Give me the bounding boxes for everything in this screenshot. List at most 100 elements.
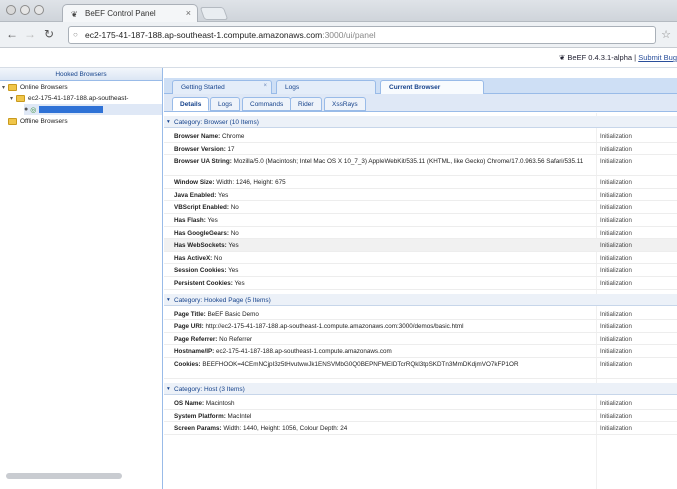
- tab-label: Logs: [285, 84, 300, 91]
- detail-cell: Cookies: BEEFHOOK=4CEmNCjpI3z5tHvutwwJk1…: [174, 361, 594, 370]
- beef-logo-icon: ❦: [559, 53, 566, 62]
- close-tab-icon[interactable]: ×: [186, 8, 191, 18]
- command-module: Initialization: [600, 412, 632, 420]
- page-icon: ○: [73, 30, 78, 39]
- browser-tab[interactable]: ❦ BeEF Control Panel ×: [62, 4, 198, 22]
- detail-row[interactable]: Hostname/IP: ec2-175-41-187-188.ap-south…: [164, 345, 677, 358]
- tab-xssrays[interactable]: XssRays: [324, 97, 366, 111]
- tree-label-online: Online Browsers: [20, 84, 68, 91]
- command-module: Initialization: [600, 335, 632, 343]
- submit-bug-link[interactable]: Submit Bug: [638, 53, 677, 62]
- detail-row[interactable]: Page Title: BeEF Basic Demo Initializatio…: [164, 308, 677, 321]
- reload-icon[interactable]: ↻: [44, 27, 54, 41]
- beef-header: ❦ BeEF 0.4.3.1-alpha | Submit Bug: [0, 48, 677, 68]
- detail-key: Java Enabled:: [174, 191, 217, 199]
- detail-value: ec2-175-41-187-188.ap-southeast-1.comput…: [216, 348, 392, 356]
- detail-value: No: [214, 254, 223, 262]
- bookmark-star-icon[interactable]: ☆: [661, 28, 671, 41]
- header-divider: |: [634, 53, 637, 62]
- detail-cell: Persistent Cookies: Yes: [174, 280, 594, 289]
- detail-row[interactable]: Window Size: Width: 1246, Height: 675 Ini…: [164, 176, 677, 189]
- category-label: Category: Browser (10 Items): [174, 119, 259, 126]
- detail-value: Yes: [218, 191, 229, 199]
- forward-arrow-icon[interactable]: →: [24, 27, 36, 41]
- close-tab-icon[interactable]: ×: [263, 83, 267, 89]
- back-arrow-icon[interactable]: ←: [6, 27, 18, 41]
- detail-row[interactable]: Browser Name: Chrome Initialization: [164, 130, 677, 143]
- minimize-window-button[interactable]: [20, 5, 30, 15]
- collapse-icon[interactable]: ▾: [167, 119, 170, 125]
- detail-row[interactable]: Persistent Cookies: Yes Initialization: [164, 277, 677, 290]
- close-window-button[interactable]: [6, 5, 16, 15]
- detail-cell: System Platform: MacIntel: [174, 413, 594, 422]
- detail-row[interactable]: Has ActiveX: No Initialization: [164, 252, 677, 265]
- tab-details[interactable]: Details: [172, 97, 210, 111]
- collapse-icon[interactable]: ▾: [167, 386, 170, 392]
- app-name: BeEF: [567, 53, 587, 62]
- tab-current-browser[interactable]: Current Browser: [380, 80, 484, 94]
- detail-row[interactable]: Browser Version: 17 Initialization: [164, 143, 677, 156]
- command-module: Initialization: [600, 400, 632, 407]
- detail-cell: Browser Name: Chrome: [174, 133, 594, 142]
- detail-row[interactable]: Has Flash: Yes Initialization: [164, 214, 677, 227]
- detail-row[interactable]: Java Enabled: Yes Initialization: [164, 189, 677, 202]
- detail-row[interactable]: Has GoogleGears: No Initialization: [164, 227, 677, 240]
- new-tab-button[interactable]: [199, 7, 229, 20]
- detail-cell: Hostname/IP: ec2-175-41-187-188.ap-south…: [174, 348, 594, 357]
- detail-row[interactable]: Page URI: http://ec2-175-41-187-188.ap-s…: [164, 320, 677, 333]
- folder-icon: [8, 118, 17, 125]
- detail-key: Window Size:: [174, 179, 215, 187]
- command-module: Initialization: [600, 158, 632, 166]
- detail-value: Yes: [228, 267, 239, 275]
- detail-cell: Page URI: http://ec2-175-41-187-188.ap-s…: [174, 323, 594, 332]
- detail-value: No: [230, 229, 239, 237]
- detail-row[interactable]: Session Cookies: Yes Initialization: [164, 264, 677, 277]
- tab-rider[interactable]: Rider: [290, 97, 322, 111]
- detail-key: Page URI:: [174, 323, 204, 331]
- detail-row[interactable]: Screen Params: Width: 1440, Height: 1056…: [164, 422, 677, 435]
- folder-icon: [16, 95, 25, 102]
- detail-value: Width: 1440, Height: 1056, Colour Depth:…: [223, 425, 348, 433]
- command-module: Initialization: [600, 310, 632, 318]
- collapse-icon[interactable]: ▾: [167, 297, 170, 303]
- category-header[interactable]: ▾ Category: Browser (10 Items): [164, 116, 677, 128]
- detail-key: Has Flash:: [174, 217, 206, 224]
- detail-key: Has ActiveX:: [174, 254, 213, 262]
- detail-value: Width: 1246, Height: 675: [216, 179, 286, 187]
- detail-value: BeEF Basic Demo: [207, 310, 259, 318]
- tree-label-host: ec2-175-41-187-188.ap-southeast-: [28, 95, 129, 102]
- detail-row[interactable]: Browser UA String: Mozilla/5.0 (Macintos…: [164, 155, 677, 177]
- detail-row[interactable]: Has WebSockets: Yes Initialization: [164, 239, 677, 252]
- tree-node-host[interactable]: ▾ ec2-175-41-187-188.ap-southeast-: [10, 93, 128, 104]
- address-bar[interactable]: ○ ec2-175-41-187-188.ap-southeast-1.comp…: [68, 26, 656, 44]
- main-tab-bar: Getting Started × Logs Current Browser: [164, 78, 677, 94]
- tree-label-offline: Offline Browsers: [20, 118, 68, 125]
- details-grid: ▾ Category: Browser (10 Items) Browser Nam…: [164, 113, 677, 489]
- detail-cell: Browser Version: 17: [174, 146, 594, 155]
- detail-row[interactable]: VBScript Enabled: No Initialization: [164, 201, 677, 214]
- panel-title: Hooked Browsers: [0, 68, 162, 81]
- category-header[interactable]: ▾ Category: Host (3 Items): [164, 383, 677, 395]
- tab-commands[interactable]: Commands: [242, 97, 292, 111]
- detail-row[interactable]: Cookies: BEEFHOOK=4CEmNCjpI3z5tHvutwwJk1…: [164, 358, 677, 379]
- tab-logs-sub[interactable]: Logs: [210, 97, 241, 111]
- detail-value: http://ec2-175-41-187-188.ap-southeast-1…: [205, 323, 464, 331]
- command-module: Initialization: [600, 217, 632, 224]
- detail-cell: Has WebSockets: Yes: [174, 242, 594, 251]
- folder-icon: [8, 84, 17, 91]
- command-module: Initialization: [600, 145, 632, 153]
- detail-row[interactable]: System Platform: MacIntel Initialization: [164, 410, 677, 423]
- detail-row[interactable]: OS Name: Macintosh Initialization: [164, 397, 677, 410]
- detail-row[interactable]: Page Referrer: No Referrer Initialization: [164, 333, 677, 346]
- tab-getting-started[interactable]: Getting Started ×: [172, 80, 272, 94]
- browser-tab-strip: ❦ BeEF Control Panel ×: [0, 0, 677, 22]
- horizontal-scrollbar[interactable]: [6, 473, 122, 479]
- tab-logs[interactable]: Logs: [276, 80, 376, 94]
- hooked-browser-node[interactable]: ● ◎: [24, 104, 162, 115]
- category-header[interactable]: ▾ Category: Hooked Page (5 Items): [164, 293, 677, 306]
- command-module: Initialization: [600, 361, 632, 368]
- tree-node-offline[interactable]: Offline Browsers: [2, 116, 68, 127]
- tree-node-online[interactable]: ▾ Online Browsers: [2, 82, 68, 93]
- detail-value: Yes: [234, 280, 245, 287]
- zoom-window-button[interactable]: [34, 5, 44, 15]
